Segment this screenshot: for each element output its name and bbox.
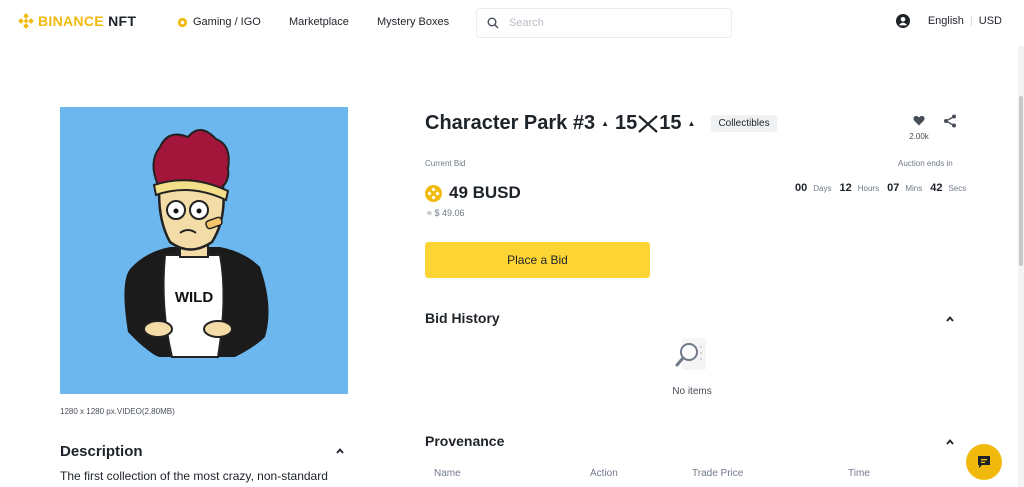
countdown-hours: 12 — [839, 182, 852, 194]
page-scrollbar[interactable] — [1018, 46, 1024, 487]
chat-support-button[interactable] — [966, 444, 1002, 480]
countdown-mins-unit: Mins — [905, 184, 923, 193]
triangle-icon: ▲ — [687, 119, 696, 128]
current-bid-label: Current Bid — [425, 159, 466, 168]
chevron-up-icon[interactable] — [946, 437, 954, 448]
scrollbar-thumb[interactable] — [1019, 96, 1023, 266]
header-divider: | — [969, 15, 973, 27]
item-title: Character Park #3 — [425, 112, 596, 134]
triangle-icon: ▲ — [601, 119, 610, 128]
cross-icon — [638, 114, 659, 133]
character-illustration: WILD — [124, 129, 269, 358]
no-items-text: No items — [672, 386, 712, 397]
auction-ends-label: Auction ends in — [898, 159, 953, 168]
description-title: Description — [60, 443, 143, 460]
busd-coin-icon — [425, 184, 442, 202]
countdown-secs: 42 — [930, 182, 943, 194]
search-icon — [487, 17, 499, 29]
nav-gaming-igo[interactable]: Gaming / IGO — [177, 16, 261, 28]
nav-mystery-boxes[interactable]: Mystery Boxes — [377, 16, 449, 28]
heart-icon — [913, 115, 925, 126]
account-icon[interactable] — [895, 14, 910, 28]
header-right: English | USD — [895, 14, 1002, 28]
category-badge[interactable]: Collectibles — [711, 115, 777, 132]
shirt-text: WILD — [175, 289, 213, 306]
language-selector[interactable]: English — [928, 15, 964, 27]
usd-value: ≈ $ 49.06 — [427, 208, 465, 218]
share-button[interactable] — [943, 114, 957, 133]
countdown-secs-unit: Secs — [948, 184, 967, 193]
column-header-action: Action — [590, 468, 618, 479]
artwork-meta: 1280 x 1280 px.VIDEO(2.80MB) — [60, 407, 175, 416]
bid-history-title: Bid History — [425, 310, 500, 326]
chat-icon — [978, 456, 990, 468]
logo-text: BINANCE NFT — [38, 13, 137, 29]
search-box[interactable] — [476, 8, 732, 38]
bid-value: 49 BUSD — [449, 183, 521, 202]
favorite-count: 2.00k — [909, 132, 929, 141]
share-icon — [944, 114, 956, 128]
auction-countdown: 00 Days 12 Hours 07 Mins 42 Secs — [795, 182, 968, 194]
favorite-button[interactable]: 2.00k — [905, 113, 933, 141]
magnifier-document-icon — [675, 338, 706, 370]
column-header-name: Name — [434, 468, 461, 479]
top-navigation-bar: BINANCE NFT Gaming / IGO Marketplace Mys… — [0, 0, 1024, 46]
column-header-time: Time — [848, 468, 870, 479]
provenance-title: Provenance — [425, 433, 505, 449]
place-bid-button[interactable]: Place a Bid — [425, 242, 650, 278]
currency-selector[interactable]: USD — [979, 15, 1002, 27]
gaming-icon — [177, 17, 188, 27]
binance-nft-logo[interactable]: BINANCE NFT — [18, 13, 136, 29]
column-header-trade-price: Trade Price — [692, 468, 744, 479]
search-input[interactable] — [509, 17, 709, 29]
item-title-row: Character Park #3 ▲ 15 15 ▲ Collectibles — [425, 112, 777, 135]
countdown-days: 00 — [795, 182, 808, 194]
nav-gaming-label: Gaming / IGO — [193, 16, 261, 28]
countdown-mins: 07 — [887, 182, 900, 194]
binance-diamond-icon — [18, 13, 34, 29]
edition-number: 15 15 — [615, 112, 682, 134]
chevron-up-icon[interactable] — [336, 446, 344, 457]
countdown-days-unit: Days — [813, 184, 832, 193]
current-bid: 49 BUSD — [425, 183, 521, 203]
nav-marketplace[interactable]: Marketplace — [289, 16, 349, 28]
countdown-hours-unit: Hours — [857, 184, 880, 193]
nft-artwork[interactable]: WILD — [60, 107, 348, 394]
chevron-up-icon[interactable] — [946, 314, 954, 325]
empty-state: No items — [640, 337, 744, 397]
description-text: The first collection of the most crazy, … — [60, 469, 328, 483]
